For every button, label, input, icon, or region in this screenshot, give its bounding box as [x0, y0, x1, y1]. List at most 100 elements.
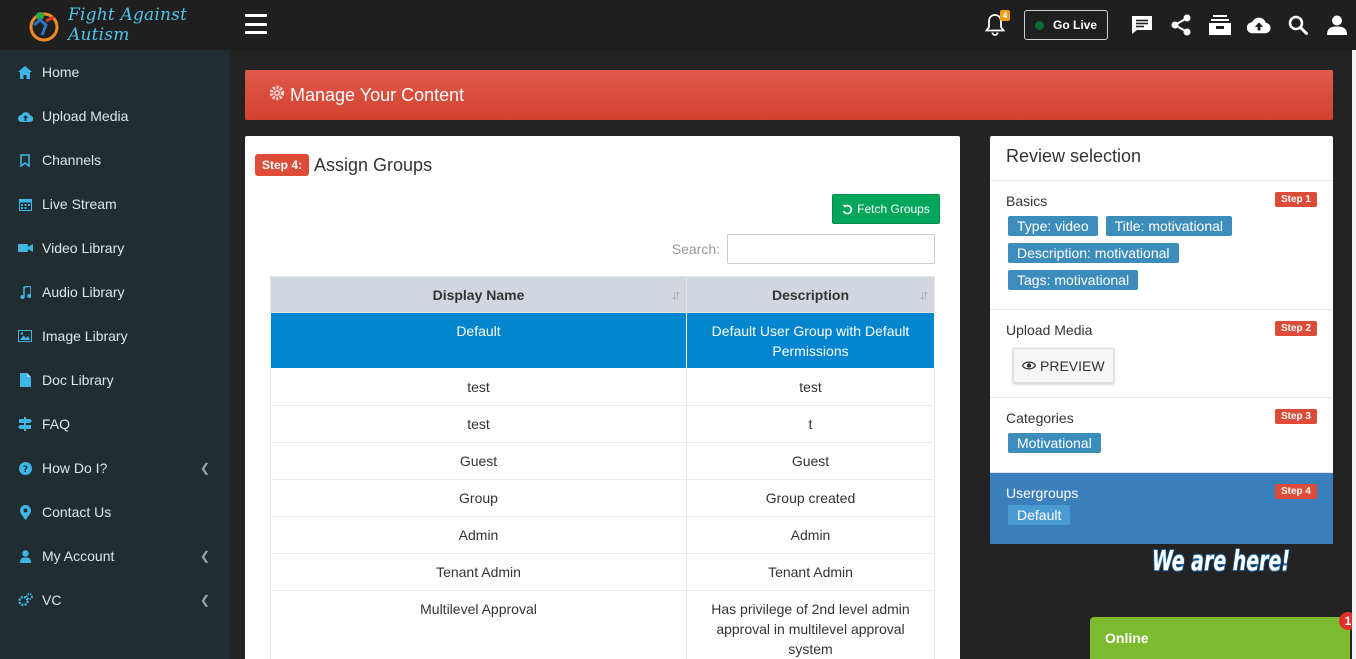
step-badge: Step 2: [1274, 321, 1317, 336]
cell-description: Has privilege of 2nd level admin approva…: [686, 590, 935, 659]
sidebar-item-label: Live Stream: [42, 196, 117, 212]
sidebar-item-label: How Do I?: [42, 460, 108, 476]
cloud-upload-icon: [17, 108, 33, 124]
video-camera-icon: [17, 240, 33, 256]
search-label: Search:: [671, 241, 720, 257]
share-icon[interactable]: [1169, 13, 1193, 37]
section-label: Basics: [1006, 193, 1048, 209]
sidebar-item-image-library[interactable]: Image Library: [0, 314, 230, 358]
logo-icon: [26, 7, 62, 43]
sidebar-item-home[interactable]: Home: [0, 50, 230, 94]
sidebar-item-label: Doc Library: [42, 372, 114, 388]
table-row[interactable]: Tenant Admin Tenant Admin: [270, 553, 935, 591]
user-profile-icon[interactable]: [1325, 13, 1349, 37]
column-header-display-name[interactable]: Display Name ↓↑: [270, 276, 687, 313]
review-section-basics: Basics Step 1 Type: video Title: motivat…: [990, 181, 1333, 310]
sidebar-item-label: Home: [42, 64, 80, 80]
fetch-groups-button[interactable]: Fetch Groups: [832, 194, 940, 224]
sidebar-item-video-library[interactable]: Video Library: [0, 226, 230, 270]
table-row[interactable]: test t: [270, 405, 935, 443]
table-search: Search:: [672, 234, 935, 264]
search-icon[interactable]: [1286, 13, 1310, 37]
step-badge: Step 3: [1274, 409, 1317, 424]
bookmark-icon: [17, 152, 33, 168]
review-section-usergroups: Usergroups Step 4 Default: [990, 473, 1333, 544]
sidebar-item-label: Upload Media: [42, 108, 129, 124]
table-row[interactable]: Group Group created: [270, 479, 935, 517]
cell-display-name: Group: [270, 479, 687, 517]
cell-display-name: Tenant Admin: [270, 553, 687, 591]
sidebar-item-label: Video Library: [42, 240, 125, 256]
sidebar-item-vc[interactable]: VC ❮: [0, 578, 230, 622]
table-row-selected[interactable]: Default Default User Group with Default …: [270, 312, 935, 369]
step-badge: Step 4:: [255, 154, 310, 176]
sidebar-item-live-stream[interactable]: Live Stream: [0, 182, 230, 226]
calendar-icon: [17, 196, 33, 212]
sidebar-item-label: Audio Library: [42, 284, 125, 300]
cell-description: test: [686, 368, 935, 406]
page-scrollbar[interactable]: [1352, 50, 1356, 659]
sort-icon[interactable]: ↓↑: [671, 287, 681, 302]
menu-toggle-icon[interactable]: [245, 14, 267, 34]
sort-icon[interactable]: ↓↑: [919, 287, 929, 302]
image-icon: [17, 328, 33, 344]
archive-icon[interactable]: [1208, 13, 1232, 37]
sidebar-item-label: VC: [42, 592, 62, 608]
cell-display-name: Admin: [270, 516, 687, 554]
sidebar-item-label: My Account: [42, 548, 115, 564]
cell-display-name: test: [270, 368, 687, 406]
preview-button[interactable]: PREVIEW: [1013, 348, 1114, 383]
sidebar-item-my-account[interactable]: My Account ❮: [0, 534, 230, 578]
sidebar-item-how-do-i[interactable]: ? How Do I? ❮: [0, 446, 230, 490]
sidebar-item-channels[interactable]: Channels: [0, 138, 230, 182]
groups-table: Display Name ↓↑ Description ↓↑ Default D…: [270, 276, 935, 659]
cell-description: Guest: [686, 442, 935, 480]
chevron-left-icon: ❮: [199, 593, 210, 607]
sidebar-item-doc-library[interactable]: Doc Library: [0, 358, 230, 402]
search-input[interactable]: [727, 234, 935, 264]
top-actions: 4 Go Live: [984, 0, 1356, 50]
sidebar-item-contact-us[interactable]: Contact Us: [0, 490, 230, 534]
page-title: Manage Your Content: [290, 84, 465, 105]
gear-icon: [269, 85, 285, 106]
cell-display-name: Multilevel Approval: [270, 590, 687, 659]
step-badge: Step 1: [1274, 192, 1317, 207]
chevron-left-icon: ❮: [199, 549, 210, 563]
chat-icon[interactable]: [1130, 13, 1154, 37]
live-dot-icon: [1034, 20, 1044, 30]
section-label: Categories: [1006, 410, 1074, 426]
home-icon: [17, 64, 33, 80]
table-row[interactable]: Guest Guest: [270, 442, 935, 480]
step-badge: Step 4: [1274, 484, 1317, 499]
notifications-bell-icon[interactable]: 4: [984, 10, 1010, 36]
chevron-left-icon: ❮: [199, 461, 210, 475]
chat-widget-headline[interactable]: We are here!: [1146, 540, 1296, 620]
sidebar-item-label: Channels: [42, 152, 102, 168]
tag-description: Description: motivational: [1008, 243, 1179, 263]
go-live-label: Go Live: [1052, 18, 1097, 32]
table-row[interactable]: Admin Admin: [270, 516, 935, 554]
review-selection-panel: Review selection Basics Step 1 Type: vid…: [990, 136, 1333, 544]
brand-logo[interactable]: Fight Against Autism: [0, 0, 230, 50]
sidebar-item-label: Image Library: [42, 328, 128, 344]
chat-online-tab[interactable]: Online: [1090, 617, 1350, 659]
table-row[interactable]: test test: [270, 368, 935, 406]
signpost-icon: [17, 416, 33, 432]
cell-description: t: [686, 405, 935, 443]
sidebar-item-audio-library[interactable]: Audio Library: [0, 270, 230, 314]
column-header-description[interactable]: Description ↓↑: [686, 276, 935, 313]
table-row[interactable]: Multilevel Approval Has privilege of 2nd…: [270, 590, 935, 659]
cogs-icon: [17, 592, 33, 608]
category-tags: Motivational: [1006, 433, 1317, 460]
sidebar-item-label: Contact Us: [42, 504, 112, 520]
go-live-button[interactable]: Go Live: [1023, 10, 1108, 40]
sidebar: Fight Against Autism Home Upload Media C…: [0, 0, 230, 659]
preview-label: PREVIEW: [1040, 357, 1105, 374]
question-circle-icon: ?: [17, 460, 33, 476]
cloud-upload-icon[interactable]: [1246, 13, 1271, 37]
tag-category: Motivational: [1008, 433, 1101, 453]
top-navbar: 4 Go Live: [230, 0, 1356, 50]
sidebar-item-upload-media[interactable]: Upload Media: [0, 94, 230, 138]
sidebar-item-faq[interactable]: FAQ: [0, 402, 230, 446]
cell-description: Admin: [686, 516, 935, 554]
